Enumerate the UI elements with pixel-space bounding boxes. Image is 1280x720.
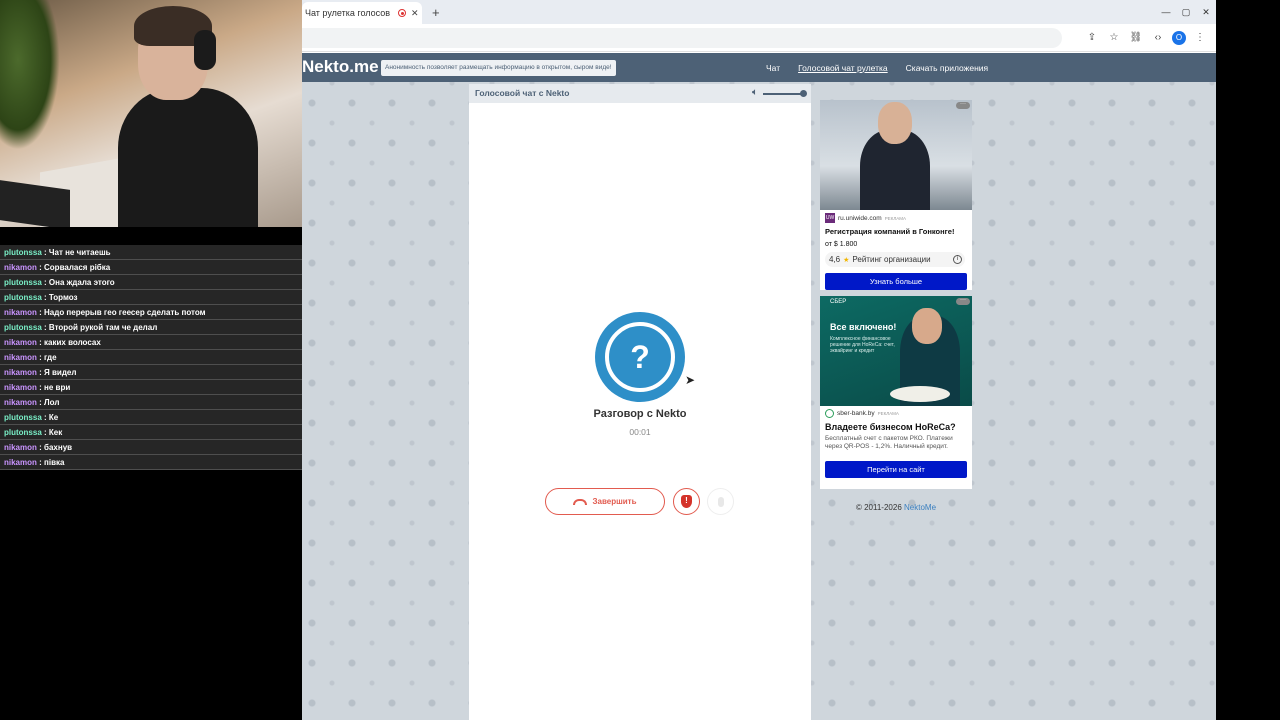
end-call-button[interactable]: Завершить bbox=[545, 488, 665, 515]
webcam-overlay bbox=[0, 0, 302, 227]
ad-title[interactable]: Владеете бизнесом HoReCa? bbox=[820, 418, 972, 432]
minimize-button[interactable]: — bbox=[1156, 0, 1176, 24]
ad-uniwide[interactable]: ··· UW ru.uniwide.com РЕКЛАМА Регистраци… bbox=[820, 100, 972, 290]
chat-message: nikamon : не ври bbox=[0, 380, 302, 395]
letterbox bbox=[1216, 0, 1280, 720]
ad-cta-button[interactable]: Узнать больше bbox=[825, 273, 967, 290]
ad-description: Бесплатный счет с пакетом РКО. Платежи ч… bbox=[825, 435, 953, 450]
window-controls: — ▢ ✕ bbox=[1156, 0, 1216, 24]
chat-message: plutonssa : Кек bbox=[0, 425, 302, 440]
site-logo[interactable]: Nekto.me bbox=[302, 57, 379, 77]
browser-window: Чат рулетка голосов ✕ + — ▢ ✕ ⇪ ☆ ⛓ ‹› O… bbox=[302, 0, 1216, 720]
streamer bbox=[118, 6, 258, 227]
anonymity-notice: Анонимность позволяет размещать информац… bbox=[381, 60, 616, 76]
new-tab-button[interactable]: + bbox=[432, 2, 440, 24]
ad-cta-button[interactable]: Перейти на сайт bbox=[825, 461, 967, 478]
ad-image-headline: Все включено! bbox=[830, 322, 897, 332]
nav-download-apps[interactable]: Скачать приложения bbox=[906, 63, 988, 73]
site-footer: © 2011-2026 NektoMe bbox=[855, 503, 937, 512]
address-bar-row: ⇪ ☆ ⛓ ‹› O ⋮ bbox=[302, 24, 1216, 52]
recording-icon bbox=[398, 9, 406, 17]
chat-message: nikamon : Надо перерыв гео геесер сделат… bbox=[0, 305, 302, 320]
report-button[interactable]: ! bbox=[673, 488, 700, 515]
stream-chat: plutonssa : Чат не читаешь nikamon : Сор… bbox=[0, 245, 302, 470]
ad-rating: 4,6 ★ Рейтинг организации i bbox=[825, 252, 965, 267]
site-header: Nekto.me Анонимность позволяет размещать… bbox=[302, 53, 1216, 82]
voice-chat-panel: Голосовой чат с Nekto 🔈︎ ? ➤ Разговор с … bbox=[469, 84, 811, 720]
sber-logo: СБЕР bbox=[830, 299, 847, 305]
ad-title[interactable]: Регистрация компаний в Гонконге! bbox=[820, 223, 972, 236]
headset-icon bbox=[194, 30, 216, 70]
uw-logo-icon: UW bbox=[825, 213, 835, 223]
question-icon: ? bbox=[605, 322, 675, 392]
nav-voice-chat[interactable]: Голосовой чат рулетка bbox=[798, 63, 888, 73]
install-app-icon[interactable]: ⇪ bbox=[1084, 28, 1100, 48]
close-window-button[interactable]: ✕ bbox=[1196, 0, 1216, 24]
menu-dots-icon[interactable]: ⋮ bbox=[1192, 28, 1208, 48]
toolbar-icons: ⇪ ☆ ⛓ ‹› O ⋮ bbox=[1084, 28, 1208, 48]
nekto-page: Nekto.me Анонимность позволяет размещать… bbox=[302, 53, 1216, 720]
browser-tab[interactable]: Чат рулетка голосов ✕ bbox=[302, 2, 422, 24]
plant bbox=[0, 0, 60, 150]
url-field[interactable] bbox=[302, 28, 1062, 48]
nav-chat[interactable]: Чат bbox=[766, 63, 780, 73]
chat-message: nikamon : пiвка bbox=[0, 455, 302, 470]
ad-options-icon[interactable]: ··· bbox=[956, 297, 970, 305]
bookmark-star-icon[interactable]: ☆ bbox=[1106, 28, 1122, 48]
chat-message: nikamon : бахнув bbox=[0, 440, 302, 455]
mute-button[interactable] bbox=[707, 488, 734, 515]
mouse-cursor-icon: ➤ bbox=[685, 373, 696, 387]
call-timer: 00:01 bbox=[629, 427, 651, 437]
chat-message: nikamon : Лол bbox=[0, 395, 302, 410]
chat-message: plutonssa : Тормоз bbox=[0, 290, 302, 305]
anonymous-avatar: ? bbox=[595, 312, 685, 402]
call-status: Разговор с Nekto bbox=[593, 408, 687, 420]
microphone-icon bbox=[717, 496, 724, 507]
phone-hangup-icon bbox=[573, 498, 588, 505]
ad-options-icon[interactable]: ··· bbox=[956, 101, 970, 109]
ad-sber[interactable]: СБЕР Все включено! Комплексное финансово… bbox=[820, 296, 972, 489]
chat-message: nikamon : Я видел bbox=[0, 365, 302, 380]
tab-bar: Чат рулетка голосов ✕ + — ▢ ✕ bbox=[302, 0, 1216, 24]
panel-title: Голосовой чат с Nekto bbox=[475, 88, 570, 98]
profile-avatar[interactable]: O bbox=[1172, 31, 1186, 45]
volume-slider-thumb[interactable] bbox=[800, 90, 807, 97]
site-nav-links: Чат Голосовой чат рулетка Скачать прилож… bbox=[766, 53, 988, 82]
footer-link[interactable]: NektoMe bbox=[904, 503, 936, 512]
ad-source: sber-bank.by РЕКЛАМА bbox=[820, 406, 972, 418]
ad-price: от $ 1.800 bbox=[825, 241, 858, 248]
screen: plutonssa : Чат не читаешь nikamon : Сор… bbox=[0, 0, 1280, 720]
ad-image[interactable]: СБЕР Все включено! Комплексное финансово… bbox=[820, 296, 972, 406]
volume-slider[interactable] bbox=[763, 93, 803, 95]
chat-message: nikamon : где bbox=[0, 350, 302, 365]
panel-header: Голосовой чат с Nekto 🔈︎ bbox=[469, 84, 811, 103]
link-icon[interactable]: ⛓ bbox=[1128, 28, 1144, 48]
close-tab-icon[interactable]: ✕ bbox=[411, 2, 419, 24]
chat-message: nikamon : каких волосах bbox=[0, 335, 302, 350]
ad-image-subline: Комплексное финансовое решение для HoReC… bbox=[830, 336, 895, 354]
chat-message: plutonssa : Она ждала этого bbox=[0, 275, 302, 290]
maximize-button[interactable]: ▢ bbox=[1176, 0, 1196, 24]
chat-message: nikamon : Сорвалася рібка bbox=[0, 260, 302, 275]
shield-icon: ! bbox=[681, 495, 692, 508]
code-icon[interactable]: ‹› bbox=[1150, 28, 1166, 48]
star-icon: ★ bbox=[843, 256, 850, 264]
info-icon[interactable]: i bbox=[953, 255, 962, 264]
ad-image[interactable]: ··· bbox=[820, 100, 972, 210]
chat-message: plutonssa : Ке bbox=[0, 410, 302, 425]
volume-icon[interactable]: 🔈︎ bbox=[752, 87, 758, 98]
verified-icon bbox=[825, 409, 834, 418]
ad-source: UW ru.uniwide.com РЕКЛАМА bbox=[825, 213, 907, 223]
chat-message: plutonssa : Второй рукой там че делал bbox=[0, 320, 302, 335]
chat-message: plutonssa : Чат не читаешь bbox=[0, 245, 302, 260]
